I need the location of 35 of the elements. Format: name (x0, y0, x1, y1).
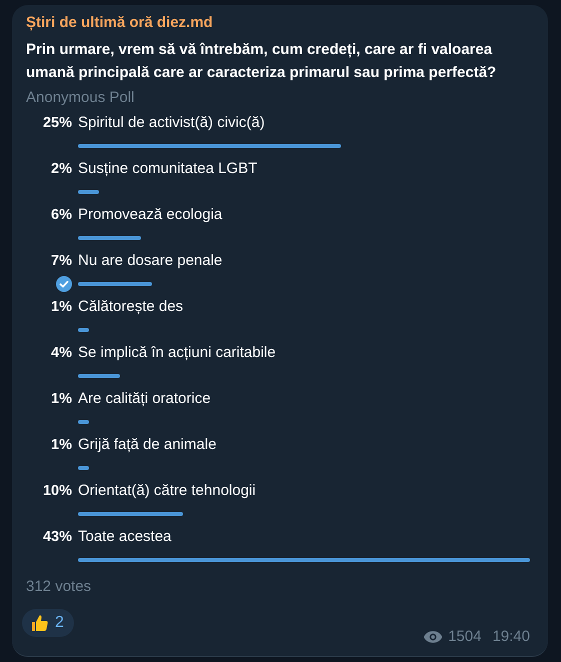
vote-count: 312 votes (26, 577, 92, 597)
option-percent: 2% (50, 161, 73, 177)
option-label: Nu are dosare penale (78, 252, 222, 269)
option-percent: 6% (50, 207, 73, 223)
option-percent: 1% (50, 299, 73, 315)
poll-question: Prin urmare, vrem să vă întrebăm, cum credeți, care ar fi valoarea umană principală care ar caracteriza primarul sau prima perfectă? (26, 40, 498, 83)
thumbs-up-icon (30, 613, 50, 633)
option-percent: 1% (50, 391, 73, 407)
result-bar (78, 420, 90, 424)
view-count: 1504 (448, 628, 482, 645)
option-label: Grijă față de animale (78, 436, 216, 453)
views-icon (423, 630, 444, 644)
result-bar (78, 328, 90, 332)
option-label: Orientat(ă) către tehnologii (78, 482, 256, 499)
option-percent: 1% (50, 437, 73, 453)
option-label: Susține comunitatea LGBT (78, 160, 258, 177)
result-bar (78, 374, 120, 378)
option-label: Spiritul de activist(ă) civic(ă) (78, 114, 265, 131)
reaction-button[interactable]: 2 (22, 609, 74, 637)
result-bar (78, 190, 100, 194)
option-label: Toate acestea (78, 528, 172, 545)
option-label: Are calități oratorice (78, 390, 211, 407)
result-bar (78, 466, 90, 470)
result-bar (78, 236, 142, 240)
option-label: Promovează ecologia (78, 206, 222, 223)
poll-type: Anonymous Poll (26, 88, 136, 108)
option-percent: 43% (42, 529, 73, 545)
option-label: Călătorește des (78, 298, 184, 315)
option-percent: 25% (42, 115, 73, 131)
option-label: Se implică în acțiuni caritabile (78, 344, 276, 361)
message-time: 19:40 (492, 628, 530, 645)
option-percent: 4% (50, 345, 73, 361)
option-percent: 7% (50, 253, 73, 269)
channel-name[interactable]: Știri de ultimă oră diez.md (26, 13, 530, 33)
option-percent: 10% (42, 483, 73, 499)
